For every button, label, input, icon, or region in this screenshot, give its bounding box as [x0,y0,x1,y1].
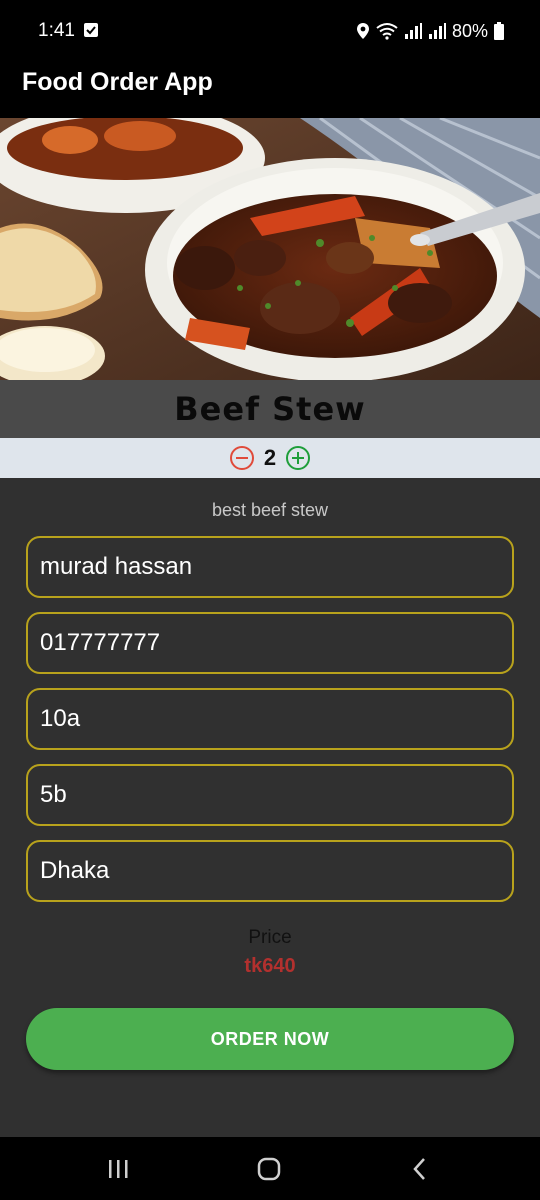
city-field[interactable] [26,840,514,902]
road-field[interactable] [26,764,514,826]
food-name-strip: Beef Stew [0,380,540,438]
food-name: Beef Stew [174,390,366,428]
recents-icon[interactable] [103,1155,133,1183]
signal-icon [404,22,422,40]
quantity-value: 2 [263,445,277,470]
food-image [0,118,540,380]
price-label: Price [248,927,292,948]
minus-circle-icon[interactable] [229,445,255,471]
system-nav-bar [0,1137,540,1200]
wifi-icon [376,22,398,40]
battery-icon [494,22,504,40]
food-description: best beef stew [211,500,329,520]
status-bar: 1:41 80% [0,0,540,58]
checkbox-notification-icon [84,23,98,37]
price-value: tk640 [244,955,296,977]
signal-icon [428,22,446,40]
home-icon[interactable] [254,1155,284,1183]
plus-circle-icon[interactable] [285,445,311,471]
order-now-button[interactable]: ORDER NOW [26,1008,514,1070]
location-icon [356,22,370,40]
back-icon[interactable] [405,1155,435,1183]
app-title: Food Order App [22,68,213,96]
quantity-stepper: 2 [0,438,540,478]
battery-percentage: 80% [451,20,488,41]
status-icons: 80% [356,20,504,42]
name-field[interactable] [26,536,514,598]
app-bar: Food Order App [0,58,540,118]
house-field[interactable] [26,688,514,750]
phone-field[interactable] [26,612,514,674]
status-time: 1:41 [38,20,75,41]
